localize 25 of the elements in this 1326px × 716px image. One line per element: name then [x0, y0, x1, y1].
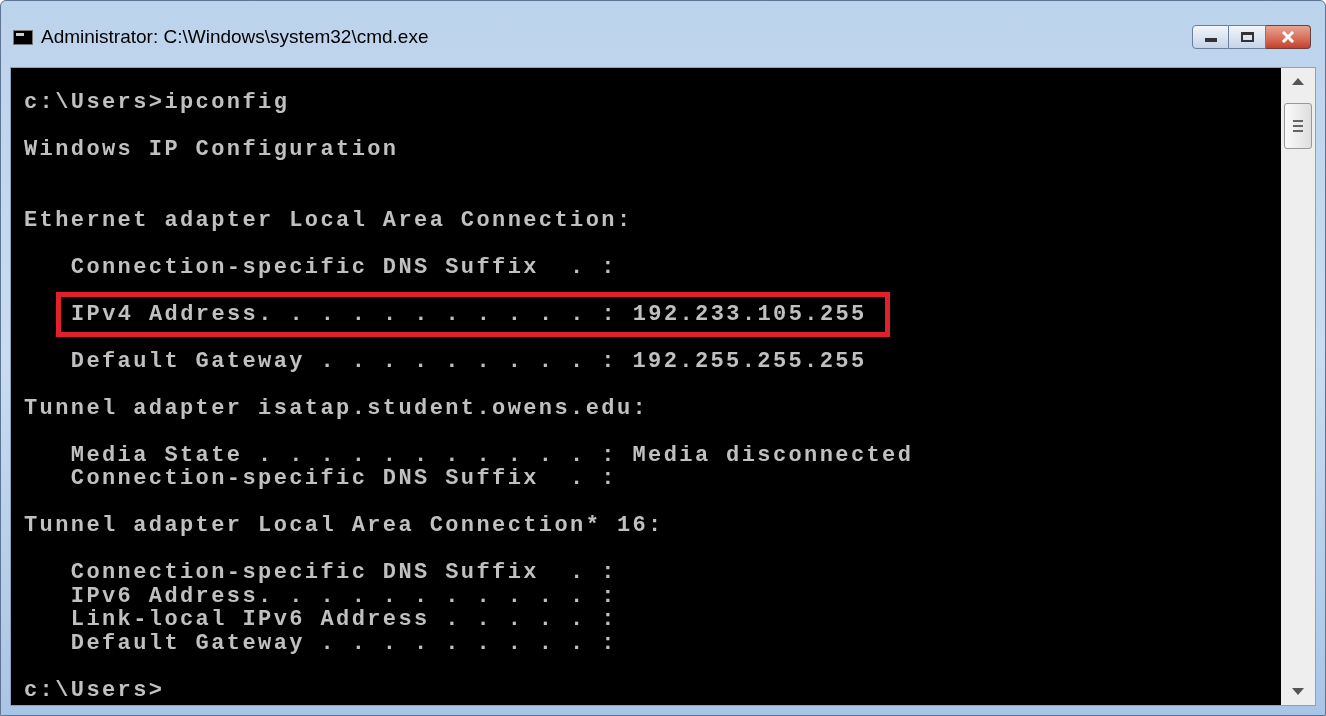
close-button[interactable]	[1266, 25, 1311, 49]
console-line: Connection-specific DNS Suffix . :	[69, 559, 617, 586]
window-title: Administrator: C:\Windows\system32\cmd.exe	[41, 24, 429, 49]
console-line: IPv4 Address. . . . . . . . . . . : 192.233.105.255	[71, 300, 867, 329]
scroll-thumb[interactable]	[1284, 103, 1312, 149]
console-line: Windows IP Configuration	[24, 136, 399, 165]
console-line: Default Gateway . . . . . . . . . : 192.255.255.255	[69, 347, 867, 376]
console-line: Tunnel adapter isatap.student.owens.edu:	[24, 394, 649, 423]
console-app-icon	[13, 29, 33, 45]
scrollbar[interactable]	[1281, 68, 1315, 705]
minimize-icon	[1204, 38, 1217, 42]
console-line: Connection-specific DNS Suffix . :	[69, 465, 617, 494]
console-line: Connection-specific DNS Suffix . :	[69, 253, 617, 282]
console-line: Ethernet adapter Local Area Connection:	[24, 206, 633, 235]
scroll-up-icon[interactable]	[1292, 78, 1304, 85]
maximize-icon	[1240, 32, 1254, 42]
maximize-button[interactable]	[1229, 25, 1266, 49]
console-line: Tunnel adapter Local Area Connection* 16:	[24, 512, 664, 541]
console-line: Media State . . . . . . . . . . . : Media disconnected	[69, 441, 914, 468]
console-line: IPv6 Address. . . . . . . . . . . :	[69, 583, 617, 609]
console-line: c:\Users>ipconfig	[24, 89, 290, 118]
close-icon	[1281, 31, 1295, 43]
console-line: c:\Users>	[24, 676, 165, 705]
scroll-down-icon[interactable]	[1292, 688, 1304, 695]
minimize-button[interactable]	[1192, 25, 1229, 49]
